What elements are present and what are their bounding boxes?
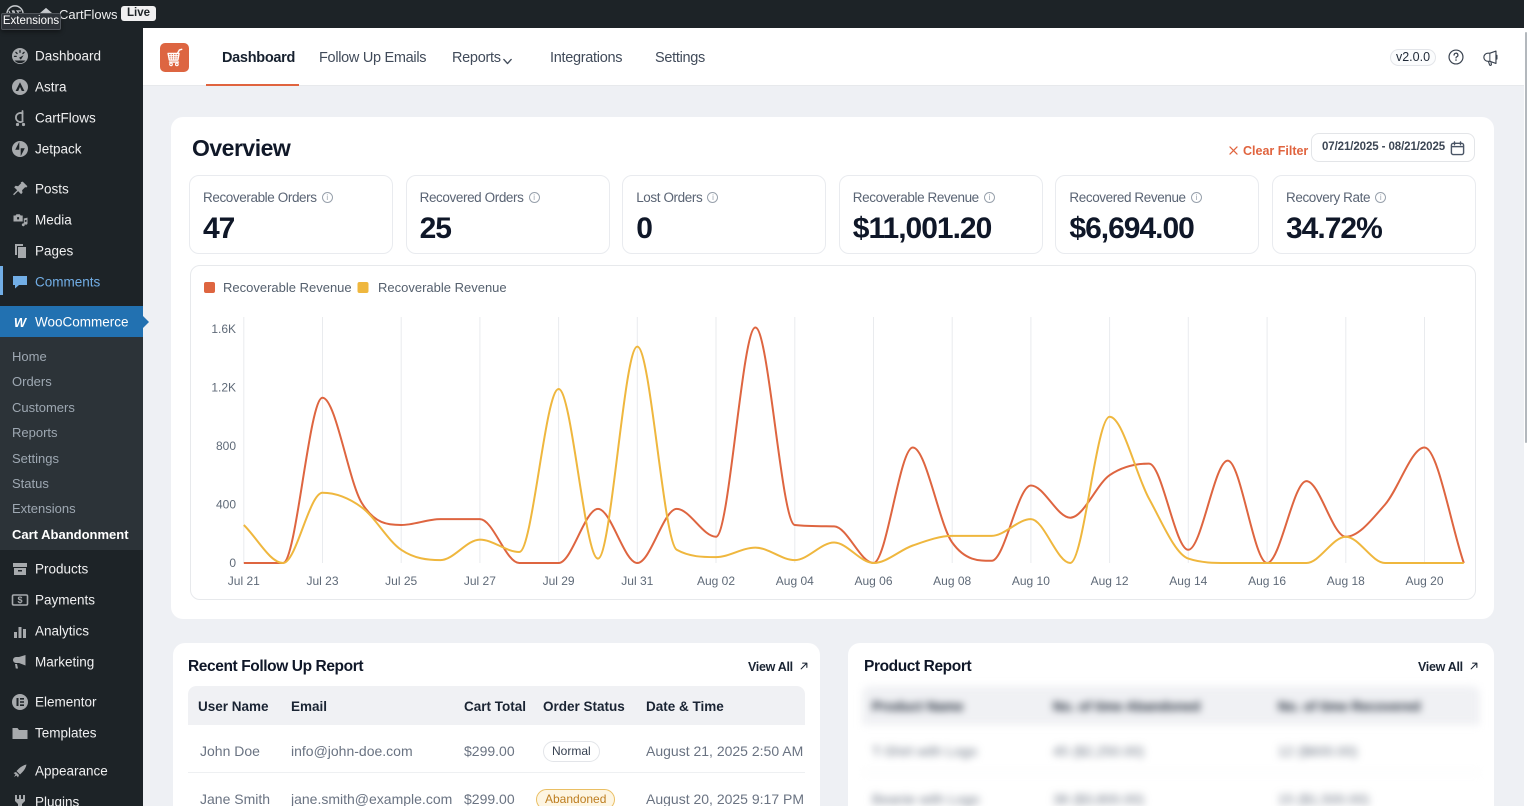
svg-text:$: $ (17, 595, 22, 605)
svg-text:W: W (14, 315, 28, 330)
